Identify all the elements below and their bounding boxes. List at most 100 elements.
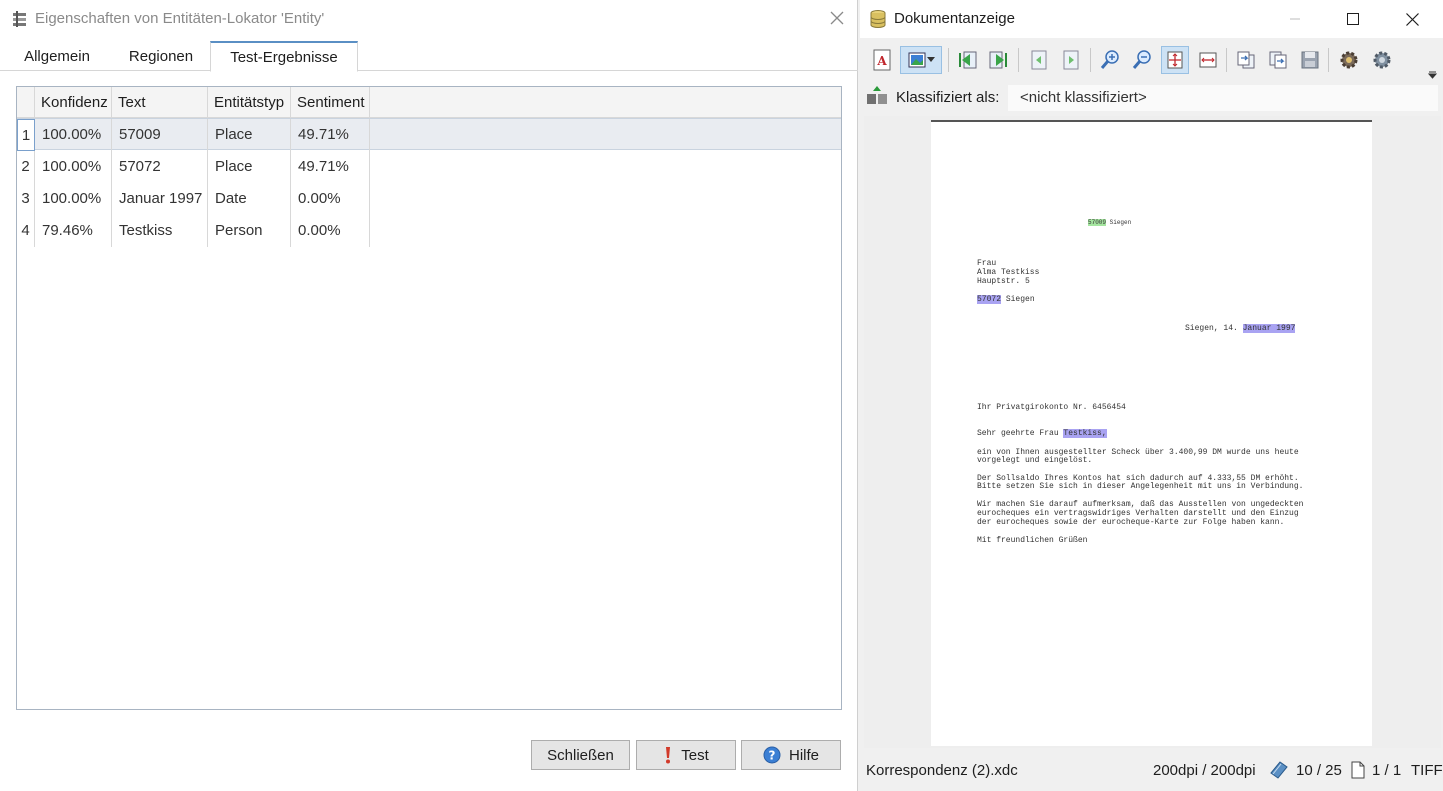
document-canvas[interactable]: 57009 Siegen Frau Alma Testkiss Hauptstr… [864, 116, 1441, 748]
viewer-title: Dokumentanzeige [894, 10, 1015, 27]
help-icon: ? [763, 746, 781, 764]
save-button[interactable] [1296, 46, 1324, 74]
dialog-title: Eigenschaften von Entitäten-Lokator 'Ent… [35, 10, 325, 27]
date-line: Siegen, 14. Januar 1997 [1185, 324, 1296, 333]
first-icon [959, 51, 977, 69]
row-number[interactable]: 1 [17, 119, 35, 151]
address-line: Alma Testkiss [977, 268, 1040, 277]
first-document-button[interactable] [953, 46, 981, 74]
previous-page-button[interactable] [1025, 46, 1053, 74]
cell-sentiment: 0.00% [291, 215, 370, 247]
help-button[interactable]: ? Hilfe [741, 740, 841, 770]
configuration-button[interactable] [1368, 46, 1396, 74]
close-icon [1405, 12, 1419, 26]
minimize-icon [1290, 18, 1300, 20]
row-header-corner[interactable] [17, 87, 35, 118]
status-bar: Korrespondenz (2).xdc 200dpi / 200dpi 10… [860, 758, 1443, 784]
chevron-down-icon [927, 57, 935, 62]
export-button[interactable] [1232, 46, 1260, 74]
help-button-label: Hilfe [788, 746, 819, 764]
cell-entitaetstyp: Date [208, 183, 291, 215]
cell-entitaetstyp: Person [208, 215, 291, 247]
cell-text: 57009 [112, 119, 208, 151]
column-header-sentiment[interactable]: Sentiment [291, 87, 370, 118]
exclamation-icon [666, 747, 671, 764]
fit-page-button[interactable] [1161, 46, 1189, 74]
test-button[interactable]: Test [636, 740, 736, 770]
table-row[interactable]: 4 79.46% Testkiss Person 0.00% [17, 215, 841, 247]
status-format: TIFF [1411, 762, 1443, 779]
entity-highlight-place: 57009 [1088, 219, 1107, 226]
image-icon [908, 52, 926, 68]
test-button-label: Test [681, 746, 709, 764]
cell-konfidenz: 100.00% [35, 151, 112, 183]
fit-width-button[interactable] [1194, 46, 1222, 74]
table-row[interactable]: 1 100.00% 57009 Place 49.71% [17, 118, 841, 151]
closing-line: Mit freundlichen Grüßen [977, 536, 1088, 545]
import-button[interactable] [1264, 46, 1292, 74]
salutation-line: Sehr geehrte Frau Testkiss, [977, 429, 1107, 438]
tab-allgemein[interactable]: Allgemein [10, 41, 104, 71]
dialog-close-button[interactable] [826, 8, 848, 30]
cell-konfidenz: 100.00% [35, 183, 112, 215]
pdf-icon: A [873, 49, 891, 71]
cell-text: Testkiss [112, 215, 208, 247]
table-row[interactable]: 2 100.00% 57072 Place 49.71% [17, 151, 841, 183]
dialog-title-bar: Eigenschaften von Entitäten-Lokator 'Ent… [0, 0, 858, 38]
row-number[interactable]: 3 [17, 183, 35, 215]
gear-icon [1373, 51, 1391, 69]
entity-highlight-date: Januar 1997 [1242, 324, 1296, 333]
address-line: Frau [977, 259, 997, 268]
cell-text: 57072 [112, 151, 208, 183]
next-document-button[interactable] [985, 46, 1013, 74]
zoom-out-button[interactable] [1128, 46, 1156, 74]
sender-line: 57009 Siegen [1088, 219, 1132, 226]
results-grid[interactable]: Konfidenz Text Entitätstyp Sentiment 1 1… [16, 86, 842, 710]
maximize-button[interactable] [1341, 7, 1365, 31]
pdf-button[interactable]: A [868, 46, 896, 74]
properties-icon [13, 11, 26, 27]
image-view-dropdown[interactable] [900, 46, 942, 74]
fit-width-icon [1199, 52, 1217, 68]
tab-test-ergebnisse[interactable]: Test-Ergebnisse [210, 41, 358, 72]
column-header-entitaetstyp[interactable]: Entitätstyp [208, 87, 291, 118]
previous-page-icon [1031, 50, 1047, 70]
column-header-text[interactable]: Text [112, 87, 208, 118]
status-filename: Korrespondenz (2).xdc [866, 762, 1018, 779]
close-icon [830, 11, 844, 25]
cell-entitaetstyp: Place [208, 151, 291, 183]
status-document-index: 10 / 25 [1296, 762, 1342, 779]
zoom-in-button[interactable] [1096, 46, 1124, 74]
status-dpi: 200dpi / 200dpi [1153, 762, 1256, 779]
document-viewer-window: Dokumentanzeige A Klassifiziert als: <ni… [860, 0, 1443, 791]
address-line: 57072 Siegen [977, 295, 1035, 304]
next-page-button[interactable] [1057, 46, 1085, 74]
viewer-title-bar: Dokumentanzeige [860, 0, 1443, 38]
fit-page-icon [1167, 51, 1183, 69]
toolbar-overflow-button[interactable] [1427, 66, 1438, 84]
next-icon [989, 51, 1007, 69]
row-number[interactable]: 2 [17, 151, 35, 183]
export-icon [1237, 51, 1255, 69]
gear-icon [1340, 51, 1358, 69]
tab-regionen[interactable]: Regionen [116, 41, 206, 71]
close-button[interactable]: Schließen [531, 740, 630, 770]
body-line: eurocheques ein vertragswidriges Verhalt… [977, 509, 1299, 518]
tab-bar: Allgemein Regionen Test-Ergebnisse [0, 41, 858, 72]
body-line: vorgelegt und eingelöst. [977, 456, 1093, 465]
window-close-button[interactable] [1400, 7, 1424, 31]
row-number[interactable]: 4 [17, 215, 35, 247]
classification-field[interactable]: <nicht klassifiziert> [1008, 85, 1438, 111]
svg-text:A: A [876, 54, 887, 68]
grid-header: Konfidenz Text Entitätstyp Sentiment [17, 87, 841, 118]
settings-button[interactable] [1335, 46, 1363, 74]
body-line: Wir machen Sie darauf aufmerksam, daß da… [977, 500, 1304, 509]
chevron-down-icon [1427, 71, 1438, 79]
subject-line: Ihr Privatgirokonto Nr. 6456454 [977, 403, 1126, 412]
page-icon [1351, 761, 1365, 779]
column-header-konfidenz[interactable]: Konfidenz [35, 87, 112, 118]
minimize-button[interactable] [1283, 7, 1307, 31]
table-row[interactable]: 3 100.00% Januar 1997 Date 0.00% [17, 183, 841, 215]
entity-highlight-place: 57072 [977, 295, 1002, 304]
cell-konfidenz: 100.00% [35, 119, 112, 151]
